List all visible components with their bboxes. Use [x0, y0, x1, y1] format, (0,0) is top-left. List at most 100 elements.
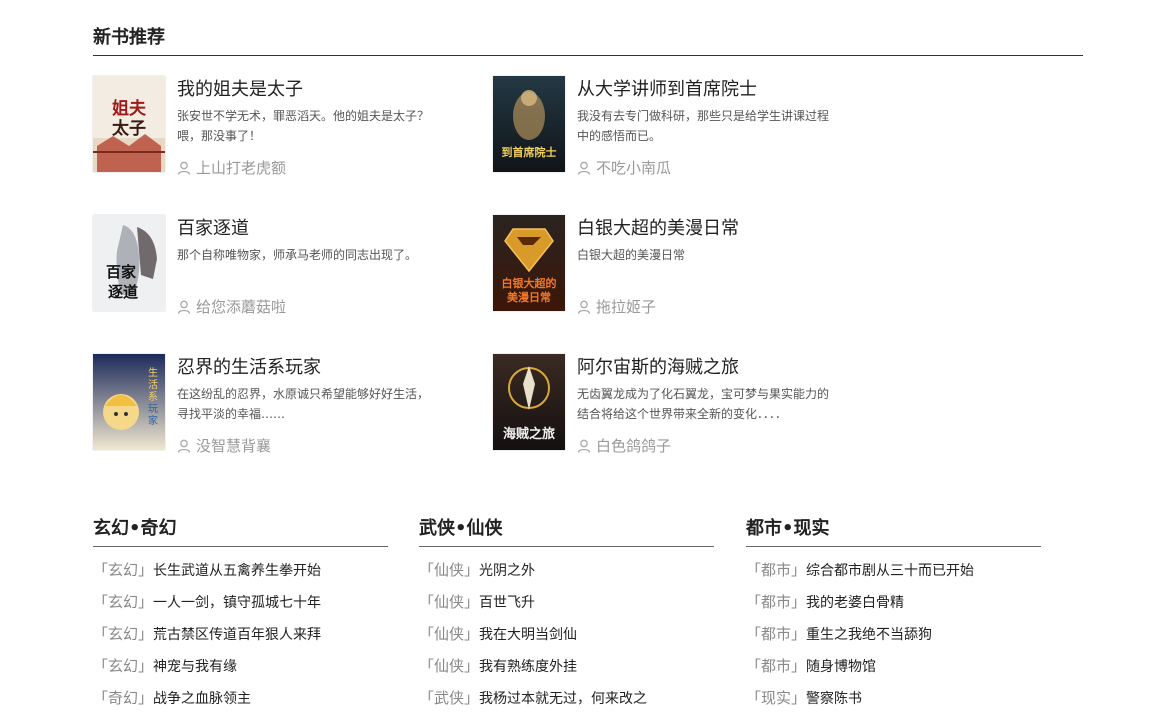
category-list: 「玄幻」长生武道从五禽养生拳开始 「玄幻」一人一剑，镇守孤城七十年 「玄幻」荒古… — [93, 559, 388, 719]
svg-text:姐夫: 姐夫 — [112, 98, 147, 119]
book-card[interactable]: 到首席院士 从大学讲师到首席院士 我没有去专门做科研，那些只是给学生讲课过程中的… — [493, 76, 873, 178]
category-list-item[interactable]: 「玄幻」长生武道从五禽养生拳开始 — [93, 559, 388, 591]
category-heading: 武侠•仙侠 — [419, 518, 714, 547]
book-link[interactable]: 警察陈书 — [806, 691, 862, 707]
book-link[interactable]: 神宠与我有缘 — [153, 659, 237, 675]
book-author-name[interactable]: 白色鸽鸽子 — [596, 437, 671, 455]
book-cover[interactable]: 海贼之旅 — [493, 354, 565, 450]
book-title[interactable]: 我的姐夫是太子 — [177, 78, 303, 102]
book-author[interactable]: 白色鸽鸽子 — [577, 436, 671, 456]
genre-tag[interactable]: 「武侠」 — [419, 689, 479, 707]
svg-text:到首席院士: 到首席院士 — [502, 145, 557, 159]
book-title[interactable]: 阿尔宙斯的海贼之旅 — [577, 356, 739, 380]
category-column-wuxia: 武侠•仙侠 「仙侠」光阴之外 「仙侠」百世飞升 「仙侠」我在大明当剑仙 「仙侠」… — [419, 518, 714, 719]
user-icon — [177, 439, 191, 453]
genre-tag[interactable]: 「奇幻」 — [93, 689, 153, 707]
book-link[interactable]: 荒古禁区传道百年狠人来拜 — [153, 627, 321, 643]
book-description: 无齿翼龙成为了化石翼龙，宝可梦与果实能力的结合将给这个世界带来全新的变化．．．． — [577, 387, 830, 421]
svg-text:系: 系 — [148, 391, 158, 403]
book-cover[interactable]: 百家 逐道 — [93, 215, 165, 311]
category-list-item[interactable]: 「仙侠」百世飞升 — [419, 591, 714, 623]
book-description: 那个自称唯物家，师承马老师的同志出现了。 — [177, 248, 418, 262]
category-list-item[interactable]: 「仙侠」我在大明当剑仙 — [419, 623, 714, 655]
category-heading: 都市•现实 — [746, 518, 1041, 547]
category-list-item[interactable]: 「都市」重生之我绝不当舔狗 — [746, 623, 1041, 655]
category-list-item[interactable]: 「奇幻」战争之血脉领主 — [93, 687, 388, 719]
genre-tag[interactable]: 「玄幻」 — [93, 561, 153, 579]
book-author[interactable]: 上山打老虎额 — [177, 158, 286, 178]
svg-text:活: 活 — [148, 379, 158, 391]
category-list-item[interactable]: 「玄幻」荒古禁区传道百年狠人来拜 — [93, 623, 388, 655]
user-icon — [177, 300, 191, 314]
book-title[interactable]: 百家逐道 — [177, 217, 249, 241]
genre-tag[interactable]: 「都市」 — [746, 625, 806, 643]
book-link[interactable]: 我的老婆白骨精 — [806, 595, 904, 611]
book-link[interactable]: 战争之血脉领主 — [153, 691, 251, 707]
genre-tag[interactable]: 「玄幻」 — [93, 593, 153, 611]
category-list-item[interactable]: 「玄幻」一人一剑，镇守孤城七十年 — [93, 591, 388, 623]
book-cover[interactable]: 白银大超的 美漫日常 — [493, 215, 565, 311]
svg-text:玩: 玩 — [148, 404, 158, 415]
book-link[interactable]: 一人一剑，镇守孤城七十年 — [153, 595, 321, 611]
book-card[interactable]: 白银大超的 美漫日常 白银大超的美漫日常 白银大超的美漫日常 拖拉姬子 — [493, 215, 873, 317]
book-author[interactable]: 给您添蘑菇啦 — [177, 297, 286, 317]
book-link[interactable]: 长生武道从五禽养生拳开始 — [153, 563, 321, 579]
book-link[interactable]: 我在大明当剑仙 — [479, 627, 577, 643]
genre-tag[interactable]: 「仙侠」 — [419, 657, 479, 675]
category-list-item[interactable]: 「武侠」我杨过本就无过，何来改之 — [419, 687, 714, 719]
book-author[interactable]: 不吃小南瓜 — [577, 158, 671, 178]
book-description: 在这纷乱的忍界，水原诚只希望能够好好生活，寻找平淡的幸福…… — [177, 387, 430, 421]
svg-text:逐道: 逐道 — [108, 283, 138, 301]
category-list-item[interactable]: 「仙侠」我有熟练度外挂 — [419, 655, 714, 687]
genre-tag[interactable]: 「仙侠」 — [419, 593, 479, 611]
book-author[interactable]: 拖拉姬子 — [577, 297, 656, 317]
book-link[interactable]: 我有熟练度外挂 — [479, 659, 577, 675]
svg-text:太子: 太子 — [112, 118, 146, 139]
user-icon — [577, 161, 591, 175]
book-link[interactable]: 光阴之外 — [479, 563, 535, 579]
user-icon — [177, 161, 191, 175]
book-link[interactable]: 重生之我绝不当舔狗 — [806, 627, 932, 643]
book-link[interactable]: 随身博物馆 — [806, 659, 876, 675]
book-card[interactable]: 姐夫 太子 我的姐夫是太子 张安世不学无术，罪恶滔天。他的姐夫是太子？喂，那没事… — [93, 76, 473, 178]
book-description: 白银大超的美漫日常 — [577, 248, 686, 262]
book-description: 我没有去专门做科研，那些只是给学生讲课过程中的感悟而已。 — [577, 109, 830, 143]
genre-tag[interactable]: 「都市」 — [746, 561, 806, 579]
book-link[interactable]: 我杨过本就无过，何来改之 — [479, 691, 647, 707]
book-card[interactable]: 生 活 系 玩 家 忍界的生活系玩家 在这纷乱的忍界，水原诚只希望能够好好生活，… — [93, 354, 473, 456]
book-title[interactable]: 从大学讲师到首席院士 — [577, 78, 757, 102]
book-author-name[interactable]: 拖拉姬子 — [596, 298, 656, 316]
book-link[interactable]: 综合都市剧从三十而已开始 — [806, 563, 974, 579]
book-card[interactable]: 百家 逐道 百家逐道 那个自称唯物家，师承马老师的同志出现了。 给您添蘑菇啦 — [93, 215, 473, 317]
genre-tag[interactable]: 「都市」 — [746, 657, 806, 675]
category-list: 「都市」综合都市剧从三十而已开始 「都市」我的老婆白骨精 「都市」重生之我绝不当… — [746, 559, 1041, 719]
category-list-item[interactable]: 「都市」随身博物馆 — [746, 655, 1041, 687]
svg-text:白银大超的: 白银大超的 — [502, 276, 557, 290]
book-link[interactable]: 百世飞升 — [479, 595, 535, 611]
book-cover[interactable]: 到首席院士 — [493, 76, 565, 172]
book-cover[interactable]: 生 活 系 玩 家 — [93, 354, 165, 450]
book-author-name[interactable]: 上山打老虎额 — [196, 159, 286, 177]
category-list-item[interactable]: 「仙侠」光阴之外 — [419, 559, 714, 591]
category-list: 「仙侠」光阴之外 「仙侠」百世飞升 「仙侠」我在大明当剑仙 「仙侠」我有熟练度外… — [419, 559, 714, 719]
book-author-name[interactable]: 给您添蘑菇啦 — [196, 298, 286, 316]
book-card[interactable]: 海贼之旅 阿尔宙斯的海贼之旅 无齿翼龙成为了化石翼龙，宝可梦与果实能力的结合将给… — [493, 354, 873, 456]
genre-tag[interactable]: 「都市」 — [746, 593, 806, 611]
book-cover[interactable]: 姐夫 太子 — [93, 76, 165, 172]
book-author-name[interactable]: 没智慧背襄 — [196, 437, 271, 455]
category-heading: 玄幻•奇幻 — [93, 518, 388, 547]
category-list-item[interactable]: 「玄幻」神宠与我有缘 — [93, 655, 388, 687]
genre-tag[interactable]: 「现实」 — [746, 689, 806, 707]
category-column-urban: 都市•现实 「都市」综合都市剧从三十而已开始 「都市」我的老婆白骨精 「都市」重… — [746, 518, 1041, 719]
book-author[interactable]: 没智慧背襄 — [177, 436, 271, 456]
genre-tag[interactable]: 「玄幻」 — [93, 625, 153, 643]
book-title[interactable]: 忍界的生活系玩家 — [177, 356, 321, 380]
genre-tag[interactable]: 「仙侠」 — [419, 561, 479, 579]
category-list-item[interactable]: 「都市」我的老婆白骨精 — [746, 591, 1041, 623]
book-author-name[interactable]: 不吃小南瓜 — [596, 159, 671, 177]
book-title[interactable]: 白银大超的美漫日常 — [577, 217, 739, 241]
category-list-item[interactable]: 「都市」综合都市剧从三十而已开始 — [746, 559, 1041, 591]
genre-tag[interactable]: 「玄幻」 — [93, 657, 153, 675]
category-list-item[interactable]: 「现实」警察陈书 — [746, 687, 1041, 719]
genre-tag[interactable]: 「仙侠」 — [419, 625, 479, 643]
